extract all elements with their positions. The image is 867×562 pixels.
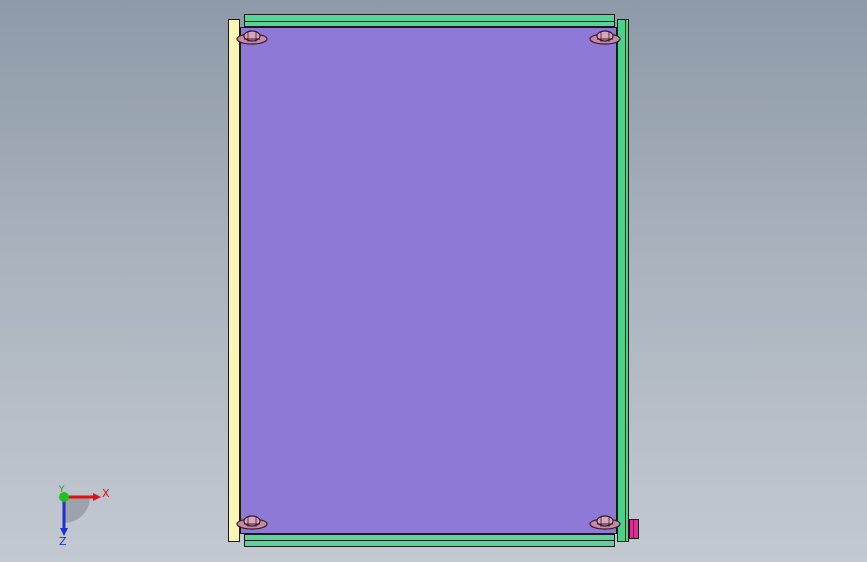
z-axis-label: Z — [59, 535, 67, 548]
fastener-top-right[interactable] — [588, 28, 622, 50]
y-axis-label: Y — [58, 485, 65, 495]
fastener-top-left[interactable] — [235, 28, 269, 50]
connector-block[interactable] — [629, 519, 639, 539]
x-axis-label: X — [102, 487, 110, 500]
graphics-viewport[interactable]: X Y Z — [0, 0, 867, 562]
center-panel[interactable] — [240, 27, 617, 534]
right-rail[interactable] — [617, 19, 629, 542]
bottom-rail[interactable] — [244, 534, 615, 547]
fastener-bottom-left[interactable] — [235, 513, 269, 535]
top-rail[interactable] — [244, 14, 615, 27]
left-rail[interactable] — [228, 19, 240, 542]
fastener-bottom-right[interactable] — [588, 513, 622, 535]
coordinate-triad: X Y Z — [58, 485, 110, 548]
